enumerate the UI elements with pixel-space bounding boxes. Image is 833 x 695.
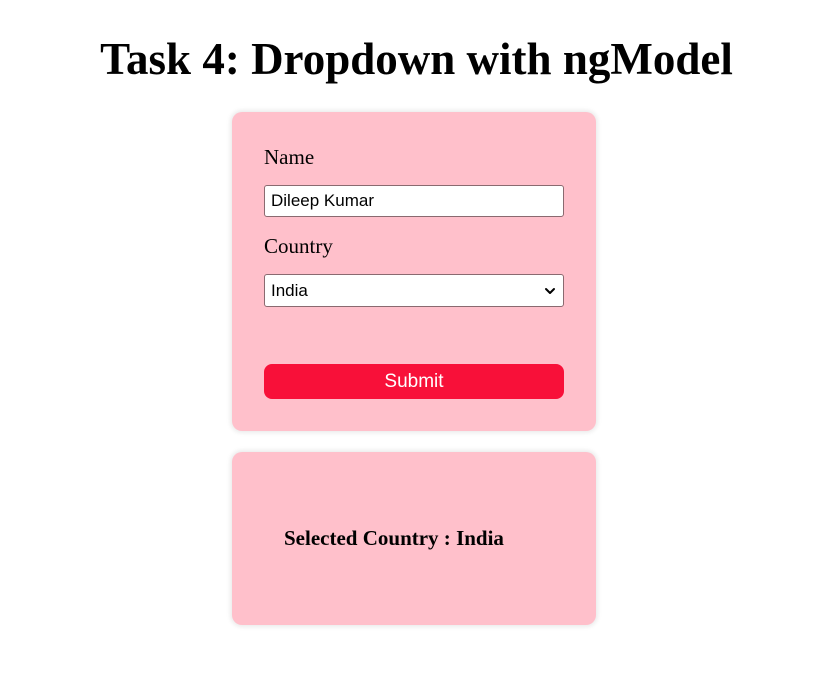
selected-country-value: India: [456, 526, 504, 550]
selected-country-text: Selected Country : India: [284, 526, 504, 550]
selected-country-prefix: Selected Country :: [284, 526, 457, 550]
name-label: Name: [264, 145, 315, 169]
result-card: Selected Country : India: [232, 452, 596, 625]
name-input[interactable]: [264, 185, 564, 217]
submit-button[interactable]: Submit: [264, 364, 564, 399]
chevron-down-icon: [543, 284, 557, 298]
country-label: Country: [264, 234, 333, 258]
form-card: Name Country India Submit: [232, 112, 596, 431]
country-select[interactable]: India: [264, 274, 564, 307]
country-select-value: India: [271, 280, 308, 300]
page-title: Task 4: Dropdown with ngModel: [100, 34, 733, 84]
